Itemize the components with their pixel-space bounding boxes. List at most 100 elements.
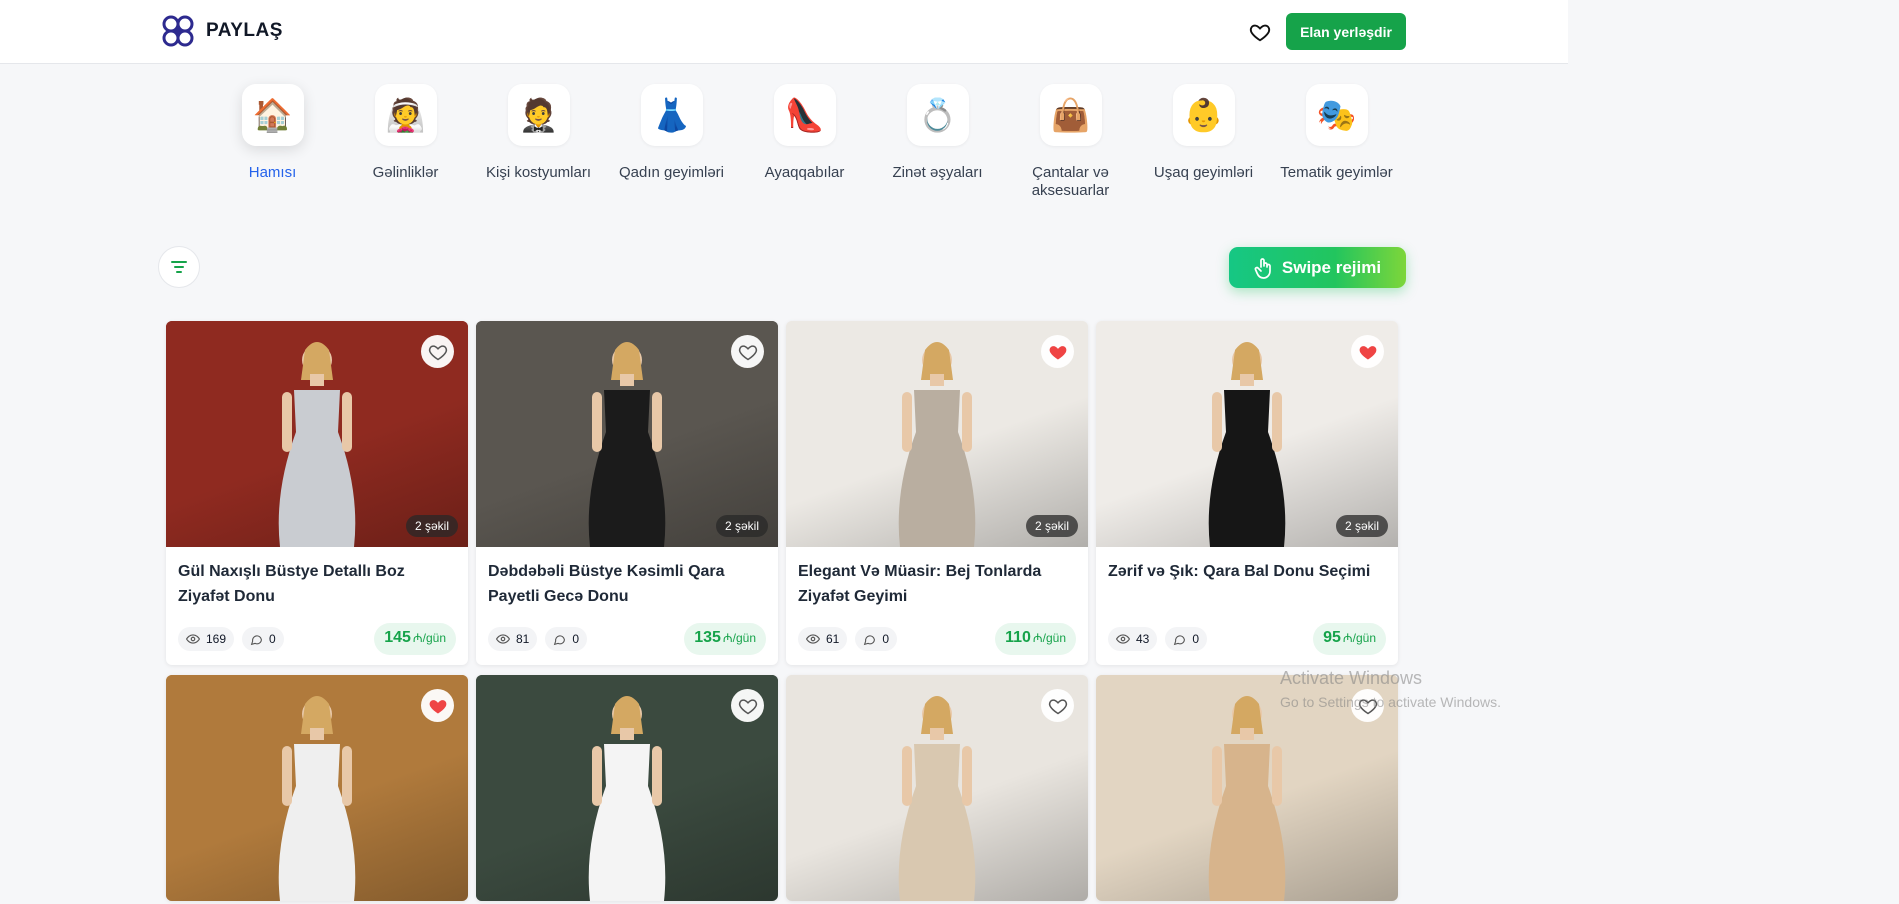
listing-photo[interactable]: 2 şəkil — [166, 321, 468, 547]
house-icon: 🏠 — [241, 84, 304, 146]
bride-icon: 👰 — [374, 84, 437, 146]
dress-figure — [898, 342, 976, 547]
favorite-toggle[interactable] — [731, 335, 764, 368]
category-5[interactable]: 💍 Zinət əşyaları — [871, 84, 1004, 200]
price-badge: 135 ₼/gün — [684, 623, 766, 655]
dress-figure — [1208, 696, 1286, 901]
listing-title[interactable]: Zərif və Şık: Qara Bal Donu Seçimi — [1108, 559, 1386, 609]
price-value: 110 — [1005, 629, 1031, 646]
listing-card[interactable]: 2 şəkil Gül Naxışlı Büstye Detallı Boz Zi… — [166, 321, 468, 665]
dress-icon: 👗 — [640, 84, 703, 146]
price-badge: 95 ₼/gün — [1313, 623, 1386, 655]
listing-card[interactable]: 2 şəkil Elegant Və Müasir: Bej Tonlarda Z… — [786, 321, 1088, 665]
price-value: 145 — [384, 629, 411, 646]
favorite-toggle[interactable] — [1041, 335, 1074, 368]
listing-photo[interactable]: 2 şəkil — [1096, 321, 1398, 547]
category-label: Kişi kostyumları — [485, 164, 592, 181]
comments-value: 0 — [1192, 632, 1200, 646]
listing-card[interactable] — [786, 675, 1088, 901]
heart-outline-icon — [1048, 698, 1067, 714]
listing-card[interactable]: 2 şəkil Dəbdəbəli Büstye Kəsimli Qara Pay… — [476, 321, 778, 665]
listing-stats: 43 0 — [1108, 627, 1208, 651]
category-bar: 🏠 Hamısı 👰 Gəlinliklər 🤵 Kişi kostyumları 👗 Qad… — [206, 84, 1403, 200]
favorite-toggle[interactable] — [731, 689, 764, 722]
watermark-title: Activate Windows — [1280, 668, 1423, 688]
listing-title[interactable]: Dəbdəbəli Büstye Kəsimli Qara Payetli Ge… — [488, 559, 766, 609]
category-0[interactable]: 🏠 Hamısı — [206, 84, 339, 200]
swipe-mode-button[interactable]: Swipe rejimi — [1229, 247, 1406, 288]
favorite-toggle[interactable] — [421, 689, 454, 722]
category-label: Tematik geyimlər — [1280, 164, 1393, 181]
listing-info: Zərif və Şık: Qara Bal Donu Seçimi 43 0 95 … — [1096, 547, 1398, 665]
category-7[interactable]: 👶 Uşaq geyimləri — [1137, 84, 1270, 200]
comment-icon — [1174, 634, 1186, 645]
category-label: Çantalar və aksesuarlar — [1031, 164, 1110, 199]
filter-button[interactable] — [158, 246, 200, 288]
comments-count: 0 — [855, 627, 898, 651]
heart-filled-icon — [429, 699, 446, 713]
price-unit: ₼/gün — [1032, 631, 1066, 645]
views-count: 43 — [1108, 627, 1158, 651]
category-label: Hamısı — [248, 164, 297, 181]
man-suit-icon: 🤵 — [507, 84, 570, 146]
comment-icon — [554, 634, 566, 645]
listing-title[interactable]: Elegant Və Müasir: Bej Tonlarda Ziyafət … — [798, 559, 1076, 609]
views-count: 81 — [488, 627, 538, 651]
listing-photo[interactable] — [476, 675, 778, 901]
favorite-toggle[interactable] — [421, 335, 454, 368]
listing-stats: 81 0 — [488, 627, 588, 651]
comments-value: 0 — [882, 632, 890, 646]
windows-activation-watermark: Activate Windows Go to Settings to activ… — [1280, 666, 1501, 714]
listing-card[interactable]: 2 şəkil Zərif və Şık: Qara Bal Donu Seçim… — [1096, 321, 1398, 665]
eye-icon — [496, 634, 510, 644]
watermark-subtitle: Go to Settings to activate Windows. — [1280, 694, 1501, 710]
heart-outline-icon — [738, 698, 757, 714]
category-4[interactable]: 👠 Ayaqqabılar — [738, 84, 871, 200]
category-label: Ayaqqabılar — [764, 164, 845, 181]
logo[interactable]: PAYLAŞ — [158, 11, 283, 51]
price-value: 95 — [1323, 629, 1341, 646]
views-value: 61 — [826, 632, 840, 646]
ring-icon: 💍 — [906, 84, 969, 146]
post-listing-button[interactable]: Elan yerləşdir — [1286, 13, 1406, 50]
category-1[interactable]: 👰 Gəlinliklər — [339, 84, 472, 200]
listing-stats: 61 0 — [798, 627, 898, 651]
favorite-toggle[interactable] — [1351, 335, 1384, 368]
dress-figure — [278, 696, 356, 901]
heart-outline-icon — [1249, 24, 1271, 42]
dress-figure — [898, 696, 976, 901]
favorites-button[interactable] — [1246, 18, 1274, 46]
listing-photo[interactable] — [786, 675, 1088, 901]
comments-count: 0 — [242, 627, 284, 651]
baby-icon: 👶 — [1172, 84, 1235, 146]
listing-stats: 169 0 — [178, 627, 284, 651]
listing-info: Gül Naxışlı Büstye Detallı Boz Ziyafət D… — [166, 547, 468, 665]
filter-lines-icon — [171, 261, 187, 273]
heart-filled-icon — [1049, 345, 1066, 359]
comments-value: 0 — [572, 632, 580, 646]
listing-card[interactable] — [476, 675, 778, 901]
comments-value: 0 — [269, 632, 276, 646]
category-8[interactable]: 🎭 Tematik geyimlər — [1270, 84, 1403, 200]
listing-photo[interactable]: 2 şəkil — [786, 321, 1088, 547]
heart-outline-icon — [428, 344, 447, 360]
price-badge: 110 ₼/gün — [995, 623, 1076, 655]
photo-count-badge: 2 şəkil — [1025, 515, 1078, 537]
category-label: Zinət əşyaları — [892, 164, 983, 181]
views-value: 43 — [1136, 632, 1150, 646]
listing-title[interactable]: Gül Naxışlı Büstye Detallı Boz Ziyafət D… — [178, 559, 456, 609]
eye-icon — [806, 634, 820, 644]
listing-card[interactable] — [166, 675, 468, 901]
listing-photo[interactable]: 2 şəkil — [476, 321, 778, 547]
favorite-toggle[interactable] — [1041, 689, 1074, 722]
listing-photo[interactable] — [166, 675, 468, 901]
category-2[interactable]: 🤵 Kişi kostyumları — [472, 84, 605, 200]
category-3[interactable]: 👗 Qadın geyimləri — [605, 84, 738, 200]
views-value: 81 — [516, 632, 530, 646]
photo-count-badge: 2 şəkil — [405, 515, 458, 537]
dress-figure — [278, 342, 356, 547]
category-6[interactable]: 👜 Çantalar və aksesuarlar — [1004, 84, 1137, 200]
listing-info: Dəbdəbəli Büstye Kəsimli Qara Payetli Ge… — [476, 547, 778, 665]
listing-info: Elegant Və Müasir: Bej Tonlarda Ziyafət … — [786, 547, 1088, 665]
eye-icon — [186, 634, 200, 644]
